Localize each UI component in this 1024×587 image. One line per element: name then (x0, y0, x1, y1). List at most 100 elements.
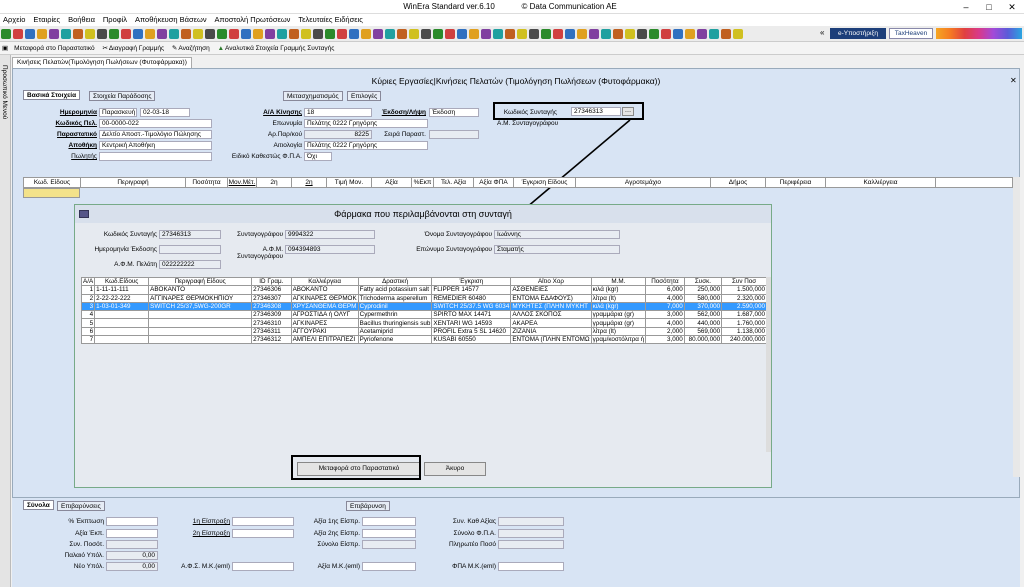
lines-grid-header: Κωδ. ΕίδουςΠεριγραφήΠοσότηταΜον.Μέτ.2η Π… (23, 177, 1013, 188)
drugs-row[interactable]: 5 27346310 ΑΓΚΙΝΑΡΕΣ Bacillus thuringiensis… (80, 318, 767, 328)
drugs-cell: Fatty acid potassium salt (357, 285, 433, 295)
drugs-cell: 27346306 (251, 285, 292, 295)
drugs-cell (148, 335, 253, 345)
new-balance-field: 0,00 (106, 562, 158, 571)
drugs-cell: 27346308 (251, 301, 292, 312)
drugs-col-header[interactable]: ID Γραμ. (251, 276, 292, 287)
drugs-cell: 1.687,000 (721, 310, 767, 320)
drugs-cell: 2,000 (645, 326, 685, 337)
drugs-cell: 569,000 (683, 326, 723, 337)
drugs-cell: ΑΓΚΙΝΑΡΕΣ ΘΕΡΜΟΚ (290, 293, 359, 303)
drugs-row[interactable]: 2 2-22-22-222 ΑΓΓΙΝΑΡΕΣ ΘΕΡΜΟΚΗΠΙΟΥ 2734630… (80, 293, 767, 303)
drugs-col-header[interactable]: Συν Ποσ (721, 276, 767, 287)
grid-col-header[interactable]: Κωδ. Είδους (24, 178, 81, 188)
drugs-cell: ΑΓΓΟΥΡΑΚΙ (290, 326, 359, 337)
drugs-cell: 1.760,000 (721, 318, 767, 328)
drugs-cell: κιλά (kgr) (590, 301, 647, 312)
dlg-prescriber-field: 9994322 (285, 230, 375, 239)
drugs-col-header[interactable]: Καλλιέργεια (290, 276, 359, 287)
drugs-cell: Trichoderma asperellum (357, 293, 433, 303)
drugs-cell: 2.590,000 (721, 301, 767, 312)
dlg-pname-label: Όνομα Συνταγογράφου (424, 231, 492, 238)
charges-button[interactable]: Επιβάρυνση (346, 501, 390, 511)
afs-field[interactable] (232, 562, 294, 571)
tab-charges[interactable]: Επιβαρύνσεις (57, 501, 105, 511)
drugs-cell: ΜΥΚΗΤΕΣ (ΠΛΗΝ ΜΥΚΗΤ (510, 301, 592, 312)
drugs-cell (148, 318, 253, 328)
drugs-col-header[interactable]: Μ.Μ. (590, 276, 647, 287)
drugs-row[interactable]: 3 1-03-01-349 SWITCH 25/37,5WG-200GR 273463… (80, 301, 767, 312)
drugs-cell: ΑΛΛΟΣ ΣΚΟΠΟΣ (510, 310, 592, 320)
income2-field[interactable] (232, 529, 294, 538)
drugs-row[interactable]: 6 27346311 ΑΓΓΟΥΡΑΚΙ Acetamiprid PROFIL Extr… (80, 326, 767, 337)
drugs-col-header[interactable]: Ποσότητα (645, 276, 685, 287)
grid-col-header[interactable]: Μον.Μέτ. (228, 178, 257, 188)
val2-field[interactable] (362, 529, 416, 538)
drugs-row[interactable]: 1 1-11-11-111 ΑΒΟΚΑΝΤΟ 27346306 ΑΒΟΚΑΝΤΟ Fatt… (80, 285, 767, 295)
drugs-col-header[interactable]: Κωδ.Είδους (94, 276, 150, 287)
drugs-cell: 1.500,000 (721, 285, 767, 295)
drugs-row[interactable]: 7 27346312 ΑΜΠΕΛΙ ΕΠΙΤΡΑΠΕΖΙ Pyriofenone KUS… (80, 335, 767, 345)
grid-col-header[interactable]: 2η Ποσότητα (257, 178, 292, 188)
grid-col-header[interactable]: Αξία ΦΠΑ (474, 178, 514, 188)
drugs-cell: λίτρα (lt) (590, 293, 647, 303)
grid-col-header[interactable]: Δήμος (711, 178, 766, 188)
drugs-cell: 1-11-11-111 (94, 285, 150, 295)
grid-col-header[interactable]: Έγκριση Είδους (514, 178, 576, 188)
drugs-cell (94, 326, 150, 337)
grid-col-header[interactable]: Τιμή Μον. (327, 178, 372, 188)
grid-col-header[interactable]: Ποσότητα (186, 178, 228, 188)
dlg-code-label: Κωδικός Συνταγής (103, 231, 157, 238)
drugs-cell: ΕΝΤΟΜΑ (ΠΛΗΝ ΕΝΤΟΜΩ (510, 335, 592, 345)
dlg-afm-field: 094394893 (285, 245, 375, 254)
drugs-cell: γραμ/κοστόλιτρα ή (590, 335, 647, 345)
grid-col-header[interactable]: %Εκπ (412, 178, 434, 188)
disc-value-field[interactable] (106, 529, 158, 538)
val1-field[interactable] (362, 517, 416, 526)
drugs-col-header[interactable]: Δραστική (357, 276, 433, 287)
drugs-cell: 1.138,000 (721, 326, 767, 337)
drugs-cell: γραμμάρια (gr) (590, 310, 647, 320)
drugs-cell: ΕΝΤΟΜΑ ΕΔΑΦΟΥΣ) (510, 293, 592, 303)
discount-field[interactable] (106, 517, 158, 526)
drugs-col-header[interactable]: Αίτιο Χορ (510, 276, 592, 287)
drugs-cell: 27346309 (251, 310, 292, 320)
drugs-col-header[interactable]: Συσκ. (683, 276, 723, 287)
drugs-cell (94, 310, 150, 320)
dlg-prescriber-label: Συνταγογράφου (236, 231, 283, 238)
drugs-cell: 2.320,000 (721, 293, 767, 303)
grid-scrollbar[interactable] (1013, 177, 1020, 477)
drugs-cell: SWITCH 25/37.5 WG 6034 (431, 301, 512, 312)
drugs-cell: ΖΙΖΑΝΙΑ (510, 326, 592, 337)
dlg-issue-date-label: Ημερομηνία Έκδοσης (94, 246, 157, 253)
drugs-col-header[interactable]: Έγκριση (431, 276, 512, 287)
drugs-cell: Cypermethrin (357, 310, 433, 320)
drugs-cell: 3 (80, 301, 96, 312)
drugs-cell: 6,000 (645, 285, 685, 295)
dialog-scrollbar[interactable] (766, 277, 771, 452)
income1-field[interactable] (232, 517, 294, 526)
grid-col-header[interactable]: Περιφέρεια (766, 178, 826, 188)
fpa-mk-field[interactable] (498, 562, 564, 571)
grid-col-header[interactable]: Καλλιέργεια (826, 178, 936, 188)
grid-col-header[interactable]: Περιγραφή (81, 178, 186, 188)
grid-col-header[interactable]: Τελ. Αξία (434, 178, 474, 188)
drugs-cell: 1-03-01-349 (94, 301, 150, 312)
total-qty-label: Συν. Ποσότ. (69, 541, 104, 548)
drugs-cell: κιλά (kgr) (590, 285, 647, 295)
grid-col-header[interactable]: Αξία (372, 178, 412, 188)
tab-totals[interactable]: Σύνολα (23, 500, 54, 510)
prescription-dialog: Φάρμακα που περιλαμβάνονται στη συνταγή … (74, 204, 772, 488)
cancel-button[interactable]: Άκυρο (424, 462, 486, 476)
grid-col-header[interactable]: Αγροτεμάχιο (576, 178, 711, 188)
net-value-label: Συν. Καθ Αξίας (452, 518, 496, 525)
drugs-cell (148, 326, 253, 337)
mk-field[interactable] (362, 562, 416, 571)
drugs-col-header[interactable]: Α/Α (80, 276, 96, 287)
drugs-col-header[interactable]: Περιγραφή Είδους (148, 276, 253, 287)
drugs-cell (148, 310, 253, 320)
grid-first-cell[interactable] (23, 188, 80, 198)
dlg-cust-afm-field: 022222222 (159, 260, 221, 269)
grid-col-header[interactable]: 2η Μον.Μέτ. (292, 178, 327, 188)
drugs-row[interactable]: 4 27346309 ΑΓΡΟΣΤΙΔΑ ή ΟΛΥΓ Cypermethrin SPI… (80, 310, 767, 320)
